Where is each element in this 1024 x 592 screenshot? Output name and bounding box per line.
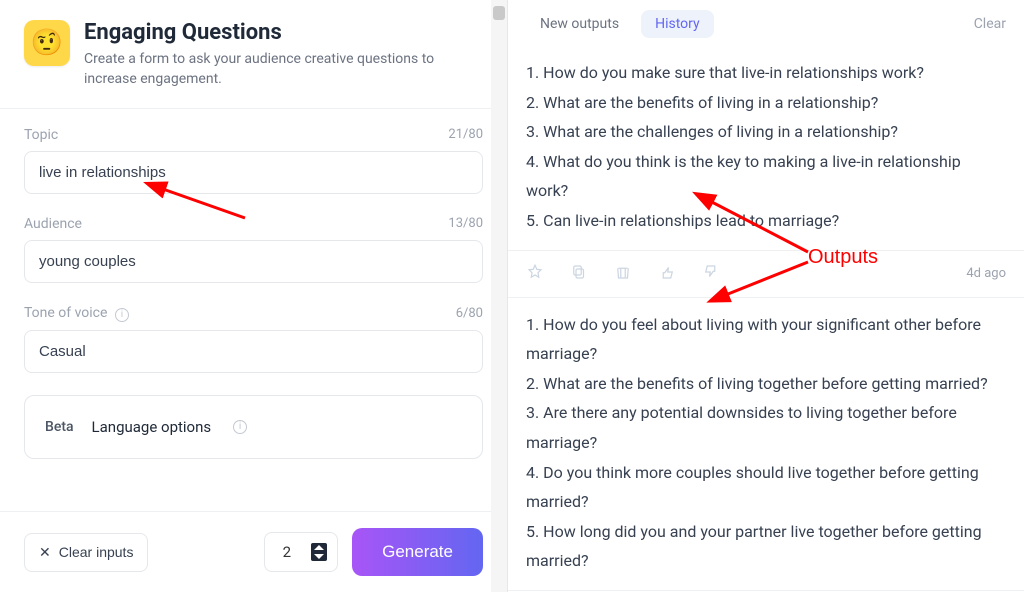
tab-new-outputs[interactable]: New outputs <box>526 10 633 38</box>
field-topic: Topic 21/80 <box>24 127 483 194</box>
output-line: 3. Are there any potential downsides to … <box>526 398 1006 457</box>
field-tone: Tone of voice i 6/80 <box>24 305 483 373</box>
quantity-stepper[interactable]: 2 <box>264 532 338 572</box>
clear-inputs-label: Clear inputs <box>59 544 134 560</box>
language-options-card[interactable]: Beta Language options i <box>24 395 483 459</box>
tabs-row: New outputs History Clear <box>508 0 1024 46</box>
app-header: 🤨 Engaging Questions Create a form to as… <box>0 0 507 109</box>
page-title: Engaging Questions <box>84 20 483 45</box>
topic-count: 21/80 <box>448 127 483 142</box>
output-line: 5. How long did you and your partner liv… <box>526 517 1006 576</box>
info-icon[interactable]: i <box>115 308 129 322</box>
tone-input[interactable] <box>24 330 483 373</box>
clear-history-button[interactable]: Clear <box>974 16 1006 32</box>
output-line: 4. Do you think more couples should live… <box>526 458 1006 517</box>
info-icon[interactable]: i <box>233 420 247 434</box>
topic-input[interactable] <box>24 151 483 194</box>
tone-count: 6/80 <box>456 306 483 321</box>
audience-input[interactable] <box>24 240 483 283</box>
quantity-value: 2 <box>283 543 291 561</box>
tone-label-text: Tone of voice <box>24 305 107 321</box>
output-line: 4. What do you think is the key to makin… <box>526 147 1006 206</box>
close-icon: ✕ <box>39 544 51 561</box>
audience-count: 13/80 <box>448 216 483 231</box>
output-actions: 4d ago <box>508 251 1024 298</box>
output-line: 3. What are the challenges of living in … <box>526 117 1006 147</box>
tab-history[interactable]: History <box>641 10 714 38</box>
audience-label: Audience <box>24 216 82 232</box>
output-line: 1. How do you feel about living with you… <box>526 310 1006 369</box>
header-text: Engaging Questions Create a form to ask … <box>84 20 483 90</box>
stepper-icon[interactable] <box>311 543 327 561</box>
language-options-label: Language options <box>92 418 212 436</box>
copy-icon[interactable] <box>570 263 588 285</box>
output-block: 1. How do you make sure that live-in rel… <box>508 46 1024 251</box>
thumbs-down-icon[interactable] <box>702 263 720 285</box>
output-timestamp: 4d ago <box>966 266 1006 281</box>
tone-label: Tone of voice i <box>24 305 129 322</box>
delete-icon[interactable] <box>614 263 632 285</box>
outputs-list: 1. How do you make sure that live-in rel… <box>508 46 1024 592</box>
app-root: 🤨 Engaging Questions Create a form to as… <box>0 0 1024 592</box>
output-line: 2. What are the benefits of living in a … <box>526 88 1006 118</box>
output-line: 2. What are the benefits of living toget… <box>526 369 1006 399</box>
thumbs-up-icon[interactable] <box>658 263 676 285</box>
output-line: 1. How do you make sure that live-in rel… <box>526 58 1006 88</box>
output-block: 1. How do you feel about living with you… <box>508 298 1024 591</box>
topic-label: Topic <box>24 127 58 143</box>
form-area: Topic 21/80 Audience 13/80 Tone of voice… <box>0 109 507 511</box>
star-icon[interactable] <box>526 263 544 285</box>
field-audience: Audience 13/80 <box>24 216 483 283</box>
right-panel: New outputs History Clear 1. How do you … <box>508 0 1024 592</box>
clear-inputs-button[interactable]: ✕ Clear inputs <box>24 533 148 572</box>
beta-badge: Beta <box>45 419 74 435</box>
page-description: Create a form to ask your audience creat… <box>84 49 483 90</box>
bottom-bar: ✕ Clear inputs 2 Generate <box>0 511 507 592</box>
generate-controls: 2 Generate <box>264 528 483 576</box>
left-scrollbar[interactable] <box>491 0 507 592</box>
left-panel: 🤨 Engaging Questions Create a form to as… <box>0 0 508 592</box>
generate-button[interactable]: Generate <box>352 528 483 576</box>
app-emoji-icon: 🤨 <box>24 20 70 66</box>
output-line: 5. Can live-in relationships lead to mar… <box>526 206 1006 236</box>
